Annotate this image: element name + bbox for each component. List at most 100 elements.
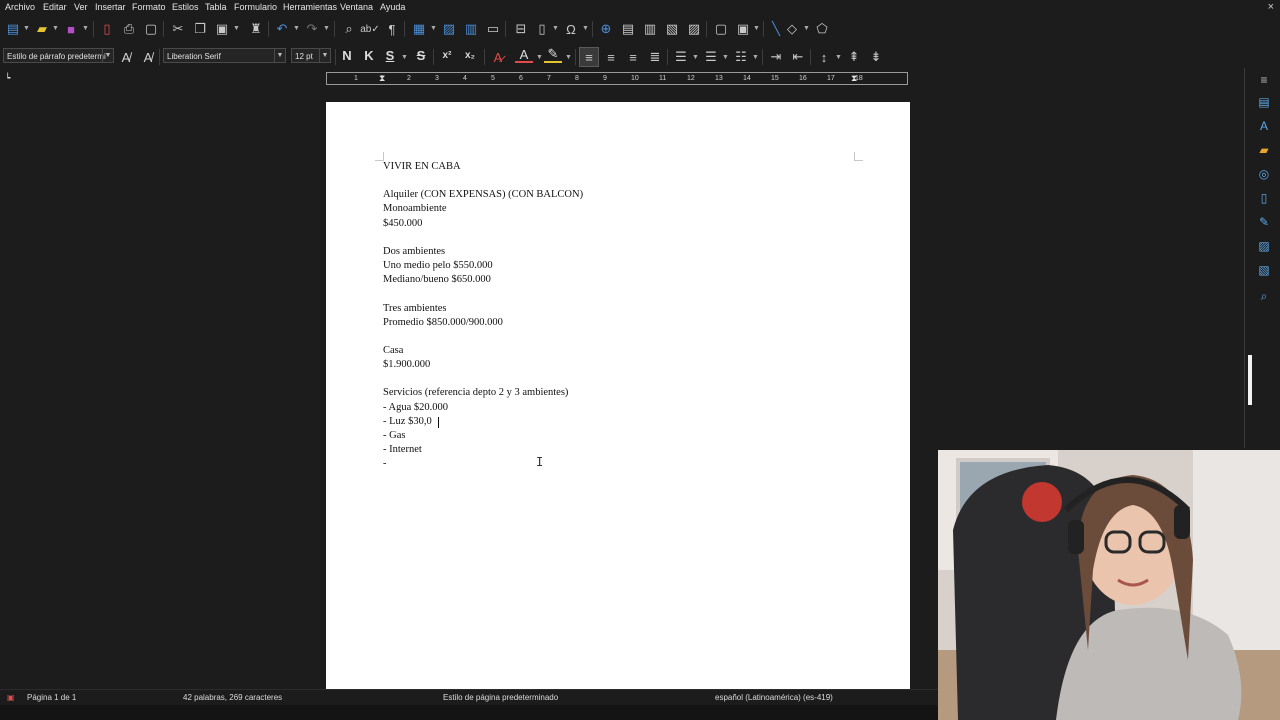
export-pdf-icon[interactable]: ▯ bbox=[98, 20, 116, 38]
open-dropdown-icon[interactable]: ▼ bbox=[52, 25, 59, 32]
clear-formatting-icon[interactable]: A̷ bbox=[489, 48, 507, 66]
open-folder-icon[interactable]: ▰ bbox=[33, 20, 51, 38]
style-inspector-icon[interactable]: ✎ bbox=[1256, 214, 1272, 230]
decrease-paragraph-spacing-icon[interactable]: ⇟ bbox=[867, 48, 885, 66]
hyperlink-icon[interactable]: ⊕ bbox=[597, 20, 615, 38]
document-modified-icon[interactable]: ▣ bbox=[7, 693, 15, 702]
new-document-icon[interactable]: ▤ bbox=[4, 20, 22, 38]
page-style[interactable]: Estilo de página predeterminado bbox=[443, 693, 558, 702]
redo-dropdown-icon[interactable]: ▼ bbox=[323, 25, 330, 32]
undo-icon[interactable]: ↶ bbox=[273, 20, 291, 38]
line-spacing-dropdown-icon[interactable]: ▼ bbox=[835, 54, 842, 61]
chevron-down-icon[interactable]: ▼ bbox=[102, 49, 113, 62]
font-color-icon[interactable]: A bbox=[515, 47, 533, 63]
line-spacing-icon[interactable]: ↕ bbox=[815, 48, 833, 66]
properties-icon[interactable]: ▤ bbox=[1256, 94, 1272, 110]
document-page[interactable]: I bbox=[326, 102, 910, 692]
close-document-icon[interactable]: × bbox=[1268, 1, 1274, 13]
save-dropdown-icon[interactable]: ▼ bbox=[82, 25, 89, 32]
font-name-combo[interactable]: Liberation Serif ▼ bbox=[163, 48, 286, 63]
field-dropdown-icon[interactable]: ▼ bbox=[552, 25, 559, 32]
update-style-icon[interactable]: A̸ bbox=[117, 48, 135, 66]
font-color-dropdown-icon[interactable]: ▼ bbox=[536, 54, 543, 61]
highlight-dropdown-icon[interactable]: ▼ bbox=[565, 54, 572, 61]
special-character-dropdown-icon[interactable]: ▼ bbox=[582, 25, 589, 32]
align-center-icon[interactable]: ≡ bbox=[602, 48, 620, 66]
menu-herramientas[interactable]: Herramientas bbox=[283, 2, 337, 12]
outline-dropdown-icon[interactable]: ▼ bbox=[752, 54, 759, 61]
justify-icon[interactable]: ≣ bbox=[646, 48, 664, 66]
insert-chart-icon[interactable]: ▥ bbox=[462, 20, 480, 38]
outline-list-icon[interactable]: ☷ bbox=[732, 48, 750, 66]
chevron-down-icon[interactable]: ▼ bbox=[319, 49, 330, 62]
shapes-dropdown-icon[interactable]: ▼ bbox=[803, 25, 810, 32]
bullet-dropdown-icon[interactable]: ▼ bbox=[692, 54, 699, 61]
insert-image-icon[interactable]: ▨ bbox=[440, 20, 458, 38]
menu-ayuda[interactable]: Ayuda bbox=[380, 2, 405, 12]
menu-ventana[interactable]: Ventana bbox=[340, 2, 373, 12]
tab-stop-selector-icon[interactable]: ┕ bbox=[5, 73, 10, 84]
undo-dropdown-icon[interactable]: ▼ bbox=[293, 25, 300, 32]
menu-estilos[interactable]: Estilos bbox=[172, 2, 199, 12]
page-break-icon[interactable]: ⊟ bbox=[512, 20, 530, 38]
clone-formatting-icon[interactable]: ♜ bbox=[247, 20, 265, 38]
decrease-indent-icon[interactable]: ⇤ bbox=[789, 48, 807, 66]
styles-icon[interactable]: A bbox=[1256, 118, 1272, 134]
superscript-button[interactable]: x² bbox=[439, 48, 455, 64]
strikethrough-button[interactable]: S bbox=[413, 48, 429, 64]
subscript-button[interactable]: x₂ bbox=[462, 48, 478, 64]
find-replace-icon[interactable]: ⌕ bbox=[340, 20, 358, 38]
bold-button[interactable]: N bbox=[339, 48, 355, 64]
endnote-icon[interactable]: ▥ bbox=[641, 20, 659, 38]
menu-insertar[interactable]: Insertar bbox=[95, 2, 126, 12]
menu-ver[interactable]: Ver bbox=[74, 2, 88, 12]
horizontal-ruler[interactable]: ⧗ ⧗ 1 1 2 3 4 5 6 7 8 9 10 11 12 13 14 15 16 17 18 bbox=[326, 72, 908, 85]
numbered-list-icon[interactable]: ☰ bbox=[702, 48, 720, 66]
increase-paragraph-spacing-icon[interactable]: ⇞ bbox=[845, 48, 863, 66]
cross-reference-icon[interactable]: ▨ bbox=[685, 20, 703, 38]
new-dropdown-icon[interactable]: ▼ bbox=[23, 25, 30, 32]
table-dropdown-icon[interactable]: ▼ bbox=[430, 25, 437, 32]
special-character-icon[interactable]: Ω bbox=[562, 20, 580, 38]
align-left-icon[interactable]: ≡ bbox=[579, 47, 599, 67]
underline-dropdown-icon[interactable]: ▼ bbox=[401, 54, 408, 61]
menu-tabla[interactable]: Tabla bbox=[205, 2, 227, 12]
word-count[interactable]: 42 palabras, 269 caracteres bbox=[183, 693, 282, 702]
track-changes-icon[interactable]: ▣ bbox=[734, 20, 752, 38]
draw-functions-icon[interactable]: ⬠ bbox=[813, 20, 831, 38]
menu-editar[interactable]: Editar bbox=[43, 2, 67, 12]
page-icon[interactable]: ▯ bbox=[1256, 190, 1272, 206]
bullet-list-icon[interactable]: ☰ bbox=[672, 48, 690, 66]
cut-icon[interactable]: ✂ bbox=[169, 20, 187, 38]
print-icon[interactable]: ⎙ bbox=[120, 20, 138, 38]
menu-formato[interactable]: Formato bbox=[132, 2, 166, 12]
numbered-dropdown-icon[interactable]: ▼ bbox=[722, 54, 729, 61]
gallery-icon[interactable]: ▰ bbox=[1256, 142, 1272, 158]
align-right-icon[interactable]: ≡ bbox=[624, 48, 642, 66]
formatting-marks-icon[interactable]: ¶ bbox=[383, 20, 401, 38]
paste-icon[interactable]: ▣ bbox=[213, 20, 231, 38]
paste-dropdown-icon[interactable]: ▼ bbox=[233, 25, 240, 32]
font-size-combo[interactable]: 12 pt ▼ bbox=[291, 48, 331, 63]
footnote-icon[interactable]: ▤ bbox=[619, 20, 637, 38]
menu-archivo[interactable]: Archivo bbox=[5, 2, 35, 12]
page-count[interactable]: Página 1 de 1 bbox=[27, 693, 76, 702]
insert-field-icon[interactable]: ▯ bbox=[533, 20, 551, 38]
italic-button[interactable]: K bbox=[361, 48, 377, 64]
new-style-icon[interactable]: A̸ bbox=[139, 48, 157, 66]
redo-icon[interactable]: ↷ bbox=[303, 20, 321, 38]
insert-table-icon[interactable]: ▦ bbox=[410, 20, 428, 38]
manage-changes-icon[interactable]: ▨ bbox=[1256, 238, 1272, 254]
design-icon[interactable]: ▧ bbox=[1256, 262, 1272, 278]
bookmark-icon[interactable]: ▧ bbox=[663, 20, 681, 38]
menu-formulario[interactable]: Formulario bbox=[234, 2, 277, 12]
comment-icon[interactable]: ▢ bbox=[712, 20, 730, 38]
basic-shapes-icon[interactable]: ◇ bbox=[783, 20, 801, 38]
print-preview-icon[interactable]: ▢ bbox=[142, 20, 160, 38]
save-icon[interactable]: ■ bbox=[62, 20, 80, 38]
copy-icon[interactable]: ❐ bbox=[191, 20, 209, 38]
track-changes-dropdown-icon[interactable]: ▼ bbox=[753, 25, 760, 32]
sidebar-menu-icon[interactable]: ≡ bbox=[1256, 72, 1272, 88]
insert-textbox-icon[interactable]: ▭ bbox=[484, 20, 502, 38]
navigator-icon[interactable]: ◎ bbox=[1256, 166, 1272, 182]
